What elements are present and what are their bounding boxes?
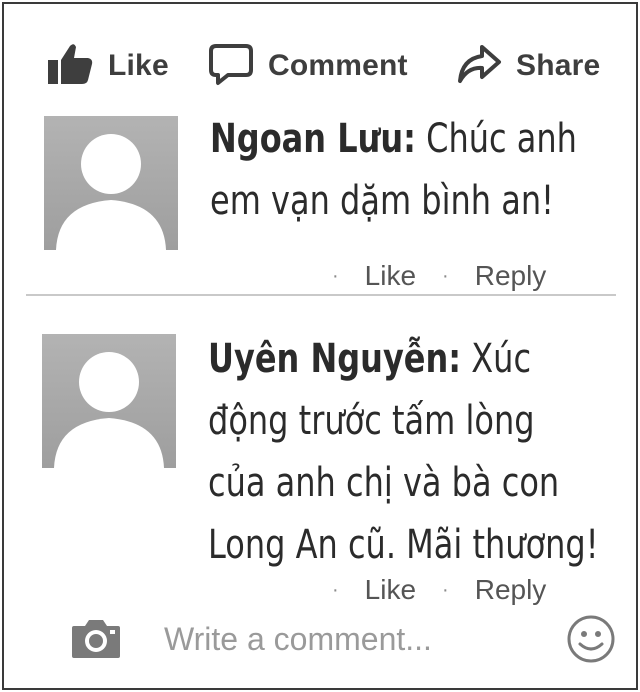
comment-text-line: của anh chị và bà con	[208, 460, 560, 506]
comment-text: Uyên Nguyễn: Xúc động trước tấm lòng của…	[208, 328, 599, 576]
comment-like-link[interactable]: Like	[365, 260, 416, 292]
facebook-comment-panel: Like Comment Share Ngoan Lưu: Chúc anh e…	[2, 2, 638, 690]
comment-composer: Write a comment...	[4, 610, 636, 670]
comment-button[interactable]: Comment	[208, 40, 408, 92]
separator-dot: ·	[332, 264, 339, 287]
default-avatar-icon[interactable]	[42, 334, 176, 468]
separator-dot: ·	[442, 578, 449, 601]
smiley-icon[interactable]	[566, 614, 616, 669]
comment-item: Uyên Nguyễn: Xúc động trước tấm lòng của…	[4, 334, 636, 605]
comment-label: Comment	[268, 49, 408, 82]
share-label: Share	[516, 49, 601, 82]
write-comment-input[interactable]: Write a comment...	[164, 616, 544, 662]
comment-actions: · Like · Reply	[332, 570, 572, 610]
comment-item: Ngoan Lưu: Chúc anh em vạn dặm bình an! …	[4, 116, 636, 296]
speech-bubble-icon	[208, 42, 254, 91]
thumbs-up-icon	[46, 42, 94, 91]
like-button[interactable]: Like	[46, 40, 169, 92]
comment-text-line: Xúc	[461, 336, 532, 382]
camera-icon[interactable]	[70, 616, 122, 665]
comment-reply-link[interactable]: Reply	[475, 574, 547, 606]
comment-text-line: Chúc anh	[415, 116, 577, 162]
default-avatar-icon[interactable]	[44, 116, 178, 250]
comment-author[interactable]: Ngoan Lưu:	[210, 116, 416, 162]
comment-text: Ngoan Lưu: Chúc anh em vạn dặm bình an!	[210, 108, 577, 232]
comment-divider	[26, 294, 616, 296]
comment-author[interactable]: Uyên Nguyễn:	[208, 336, 461, 382]
comment-text-line: Long An cũ. Mãi thương!	[208, 522, 599, 568]
post-action-bar: Like Comment Share	[4, 40, 636, 92]
comment-like-link[interactable]: Like	[365, 574, 416, 606]
share-button[interactable]: Share	[456, 40, 600, 92]
comment-text-line: em vạn dặm bình an!	[210, 178, 554, 224]
separator-dot: ·	[332, 578, 339, 601]
comment-actions: · Like · Reply	[332, 256, 572, 296]
share-arrow-icon	[456, 42, 502, 91]
comment-reply-link[interactable]: Reply	[475, 260, 547, 292]
comment-text-line: động trước tấm lòng	[208, 398, 535, 444]
separator-dot: ·	[442, 264, 449, 287]
like-label: Like	[108, 49, 169, 82]
